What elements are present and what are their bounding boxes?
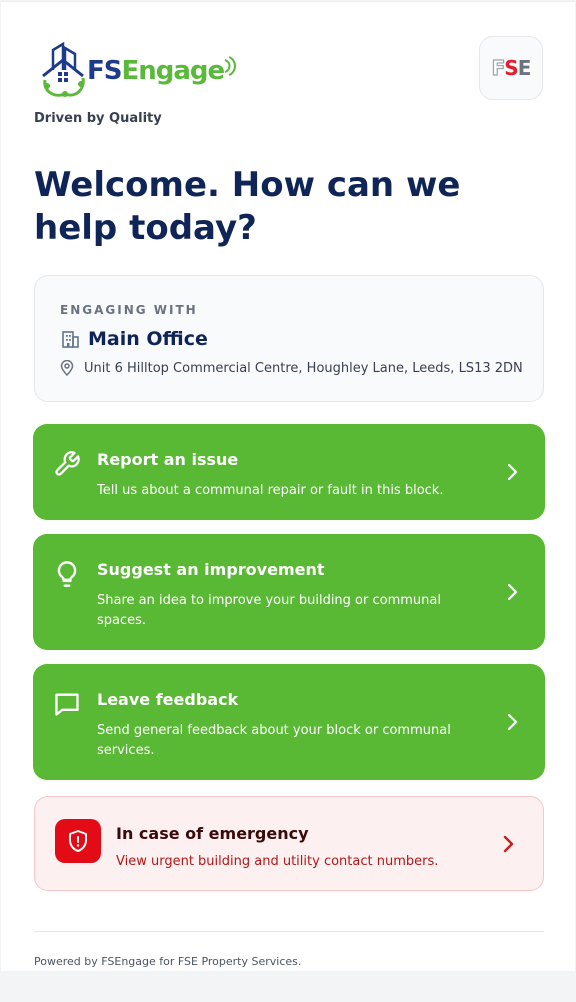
lightbulb-icon bbox=[57, 561, 77, 587]
address-row: Unit 6 Hilltop Commercial Centre, Houghl… bbox=[60, 360, 523, 376]
report-issue-title: Report an issue bbox=[97, 450, 239, 469]
wifi-signal-icon bbox=[224, 56, 236, 76]
logo-fs-text: FS bbox=[87, 56, 122, 86]
chevron-right-icon bbox=[507, 463, 518, 481]
page-title: Welcome. How can we help today? bbox=[34, 165, 461, 248]
site-address: Unit 6 Hilltop Commercial Centre, Houghl… bbox=[84, 360, 523, 376]
map-pin-icon bbox=[60, 360, 74, 376]
emergency-button[interactable]: In case of emergency View urgent buildin… bbox=[34, 796, 544, 891]
building-icon bbox=[62, 331, 79, 348]
site-name: Main Office bbox=[88, 328, 208, 350]
site-row: Main Office bbox=[60, 328, 208, 350]
emergency-description: View urgent building and utility contact… bbox=[116, 854, 439, 869]
message-icon bbox=[55, 693, 79, 716]
logo-house-icon bbox=[42, 41, 85, 97]
fse-badge-text: FSE bbox=[491, 55, 531, 80]
fse-badge[interactable]: FSE bbox=[479, 36, 543, 100]
chevron-right-icon bbox=[503, 835, 514, 852]
leave-feedback-description: Send general feedback about your block o… bbox=[97, 723, 451, 758]
footer-divider bbox=[34, 931, 544, 932]
wrench-icon bbox=[55, 451, 80, 476]
shield-alert-icon bbox=[69, 830, 87, 852]
leave-feedback-title: Leave feedback bbox=[97, 690, 239, 709]
engaging-with-label: ENGAGING WITH bbox=[60, 303, 198, 317]
logo-engage-text: Engage bbox=[121, 56, 226, 86]
engaging-with-card: ENGAGING WITH Main Office Unit 6 Hilltop… bbox=[34, 275, 544, 402]
app-page: FSEngage Driven by Quality FSE Welcome. … bbox=[1, 1, 575, 971]
leave-feedback-button[interactable]: Leave feedback Send general feedback abo… bbox=[33, 664, 545, 780]
tagline: Driven by Quality bbox=[34, 111, 162, 126]
suggest-improvement-button[interactable]: Suggest an improvement Share an idea to … bbox=[33, 534, 545, 650]
emergency-icon-tile bbox=[55, 819, 101, 863]
report-issue-description: Tell us about a communal repair or fault… bbox=[97, 483, 444, 498]
chevron-right-icon bbox=[507, 583, 518, 601]
footer-text: Powered by FSEngage for FSE Property Ser… bbox=[34, 955, 302, 968]
suggest-improvement-description: Share an idea to improve your building o… bbox=[97, 593, 441, 628]
suggest-improvement-title: Suggest an improvement bbox=[97, 560, 325, 579]
chevron-right-icon bbox=[507, 713, 518, 731]
header: FSEngage Driven by Quality FSE bbox=[33, 36, 543, 132]
fsengage-logo[interactable]: FSEngage bbox=[39, 40, 239, 100]
emergency-title: In case of emergency bbox=[116, 824, 309, 843]
report-issue-button[interactable]: Report an issue Tell us about a communal… bbox=[33, 424, 545, 520]
logo-wordmark: FSEngage bbox=[87, 56, 226, 86]
